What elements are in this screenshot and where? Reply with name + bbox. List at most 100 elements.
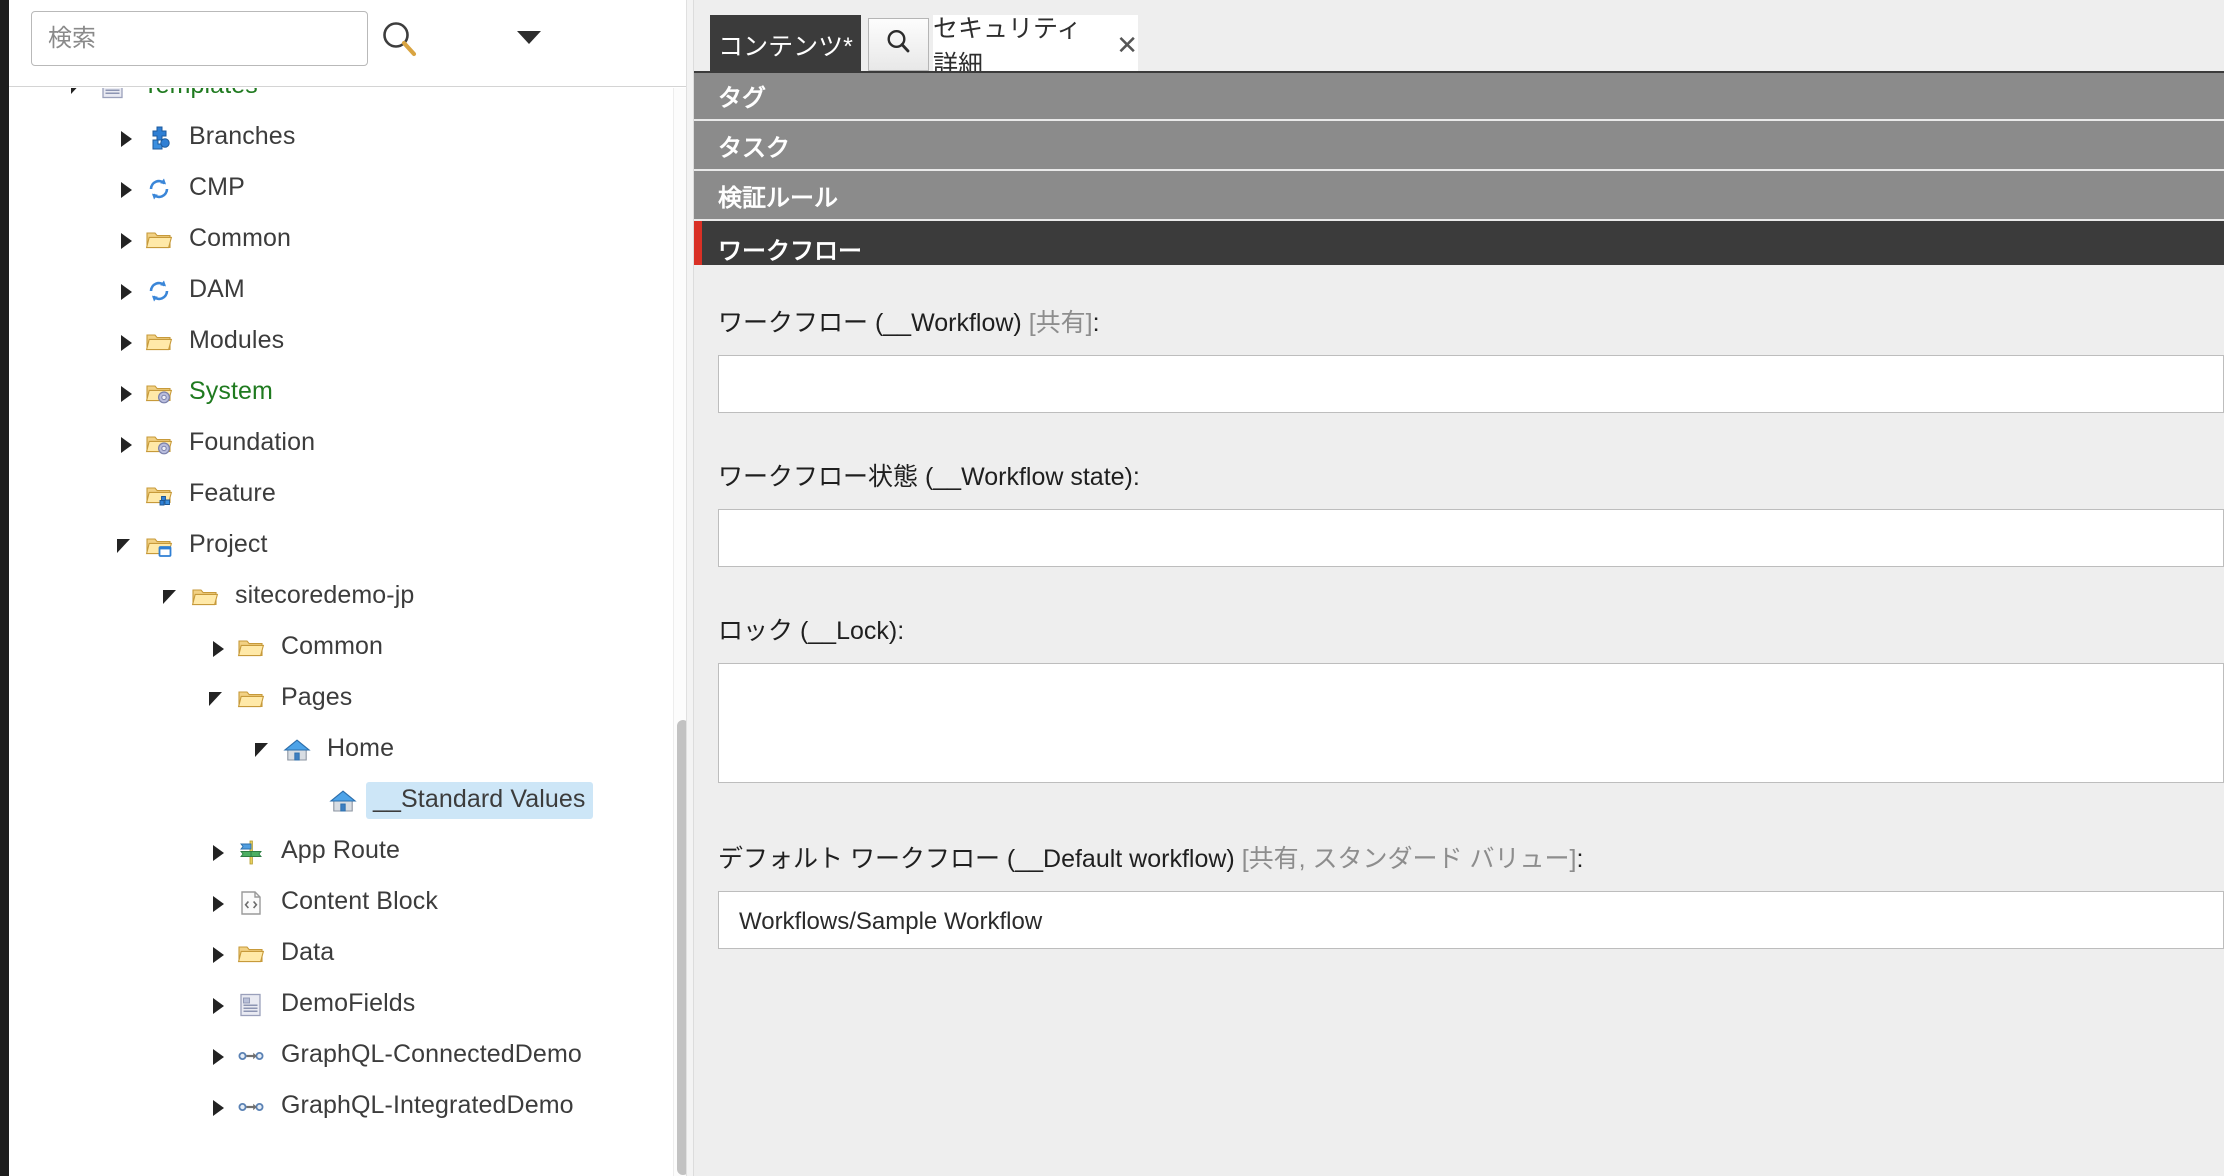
tree-item-templates[interactable]: Templates [9, 88, 669, 112]
collapse-arrow-icon[interactable] [115, 535, 137, 557]
expand-arrow-icon[interactable] [115, 280, 137, 302]
graphql-icon [236, 1092, 266, 1122]
field-lock-label-colon: : [897, 617, 905, 645]
section-header-1[interactable]: タグ [694, 71, 2224, 121]
tree-item-label: DemoFields [281, 989, 416, 1017]
tree-item-modules[interactable]: Modules [9, 316, 669, 367]
tree-item-content-block[interactable]: Content Block [9, 877, 669, 928]
expand-arrow-icon[interactable] [207, 841, 229, 863]
expand-arrow-icon[interactable] [115, 229, 137, 251]
section-header-2[interactable]: タスク [694, 121, 2224, 171]
expand-arrow-icon[interactable] [115, 127, 137, 149]
tab-content-label: コンテンツ* [718, 33, 853, 61]
tree-item-graphql-connecteddemo[interactable]: GraphQL-ConnectedDemo [9, 1030, 669, 1081]
tree-item-label: Common [281, 632, 384, 660]
field-default-workflow-input[interactable]: Workflows/Sample Workflow [718, 891, 2224, 949]
field-workflow: ワークフロー (__Workflow) [共有]: [718, 303, 2224, 413]
folder-icon [190, 582, 220, 612]
folder-icon [144, 225, 174, 255]
expand-arrow-icon[interactable] [207, 637, 229, 659]
tree-item-demofields[interactable]: DemoFields [9, 979, 669, 1030]
expand-arrow-icon[interactable] [115, 178, 137, 200]
tree-item-data[interactable]: Data [9, 928, 669, 979]
tree-item-project[interactable]: Project [9, 520, 669, 571]
section-header-label: ワークフロー [718, 237, 862, 265]
collapse-arrow-icon[interactable] [69, 88, 91, 98]
expand-arrow-icon[interactable] [207, 1096, 229, 1118]
folder-icon [144, 327, 174, 357]
content-tree-panel: Templates Branches CMP Common DAM Modules Syst… [9, 0, 693, 1176]
expand-arrow-icon[interactable] [115, 331, 137, 353]
close-icon[interactable]: ✕ [1116, 32, 1138, 58]
section-header-label: タスク [718, 134, 790, 162]
home-icon [328, 786, 358, 816]
tree-item-dam[interactable]: DAM [9, 265, 669, 316]
collapse-arrow-icon[interactable] [253, 739, 275, 761]
graphql-icon [236, 1041, 266, 1071]
tree-item-home[interactable]: Home [9, 724, 669, 775]
search-input[interactable] [31, 11, 368, 66]
collapse-arrow-icon[interactable] [161, 586, 183, 608]
template-icon [98, 88, 128, 102]
section-header-3[interactable]: 検証ルール [694, 171, 2224, 221]
tree-item-label: System [189, 377, 273, 405]
field-lock: ロック (__Lock): [718, 611, 2224, 783]
tree-item-branches[interactable]: Branches [9, 112, 669, 163]
field-default-workflow-label: デフォルト ワークフロー (__Default workflow) [共有, ス… [718, 839, 2224, 875]
tree-viewport[interactable]: Templates Branches CMP Common DAM Modules Syst… [9, 88, 693, 1176]
tab-security-details[interactable]: セキュリティ詳細 ✕ [933, 15, 1138, 79]
field-default-workflow-value: Workflows/Sample Workflow [739, 908, 1043, 935]
expand-arrow-icon[interactable] [207, 943, 229, 965]
code-doc-icon [236, 888, 266, 918]
home-icon [282, 735, 312, 765]
signpost-icon [236, 837, 266, 867]
tab-content[interactable]: コンテンツ* [710, 15, 861, 75]
tree-item-cmp[interactable]: CMP [9, 163, 669, 214]
collapse-arrow-icon[interactable] [207, 688, 229, 710]
expand-arrow-icon[interactable] [115, 382, 137, 404]
tree-item-label: Templates [136, 88, 265, 105]
tree-item-graphql-integrateddemo[interactable]: GraphQL-IntegratedDemo [9, 1081, 669, 1132]
tree-item-system[interactable]: System [9, 367, 669, 418]
expand-arrow-icon[interactable] [207, 1045, 229, 1067]
tree-item-label: sitecoredemo-jp [235, 581, 415, 609]
expand-arrow-icon[interactable] [207, 892, 229, 914]
folder-icon [236, 939, 266, 969]
tree-item-sitecoredemo-jp[interactable]: sitecoredemo-jp [9, 571, 669, 622]
tree-item-label: Content Block [281, 887, 438, 915]
right-panel-scroll-edge[interactable] [686, 0, 694, 1176]
tree-item-label: Common [189, 224, 292, 252]
tree-item-label: App Route [281, 836, 401, 864]
field-workflow-state-label: ワークフロー状態 (__Workflow state): [718, 457, 2224, 493]
tree-list: Templates Branches CMP Common DAM Modules Syst… [9, 88, 669, 1132]
field-workflow-input[interactable] [718, 355, 2224, 413]
expand-arrow-icon[interactable] [207, 994, 229, 1016]
tree-item-feature[interactable]: Feature [9, 469, 669, 520]
magnifier-icon [884, 27, 914, 62]
field-default-workflow-label-main: デフォルト ワークフロー (__Default workflow) [718, 845, 1242, 873]
field-workflow-state-input[interactable] [718, 509, 2224, 567]
search-icon[interactable] [377, 17, 423, 63]
tree-item-common[interactable]: Common [9, 214, 669, 265]
field-workflow-state-label-colon: : [1132, 463, 1140, 491]
sync-icon [144, 174, 174, 204]
search-options-dropdown-icon[interactable] [509, 22, 549, 58]
field-workflow-label-colon: : [1092, 309, 1100, 337]
tree-item-app-route[interactable]: App Route [9, 826, 669, 877]
expand-arrow-icon[interactable] [115, 433, 137, 455]
folder-blue-icon [144, 480, 174, 510]
field-lock-input[interactable] [718, 663, 2224, 783]
tree-item-label: Feature [189, 479, 276, 507]
tree-item-common[interactable]: Common [9, 622, 669, 673]
folder-icon [236, 633, 266, 663]
field-lock-label-main: ロック (__Lock) [718, 617, 898, 645]
tree-search-area [9, 0, 693, 87]
tree-item-standard-values[interactable]: __Standard Values [9, 775, 669, 826]
tree-item-foundation[interactable]: Foundation [9, 418, 669, 469]
tab-search-button[interactable] [868, 18, 929, 71]
field-list: ワークフロー (__Workflow) [共有]: ワークフロー状態 (__Wo… [694, 265, 2224, 1176]
field-lock-label: ロック (__Lock): [718, 611, 2224, 647]
tree-item-pages[interactable]: Pages [9, 673, 669, 724]
